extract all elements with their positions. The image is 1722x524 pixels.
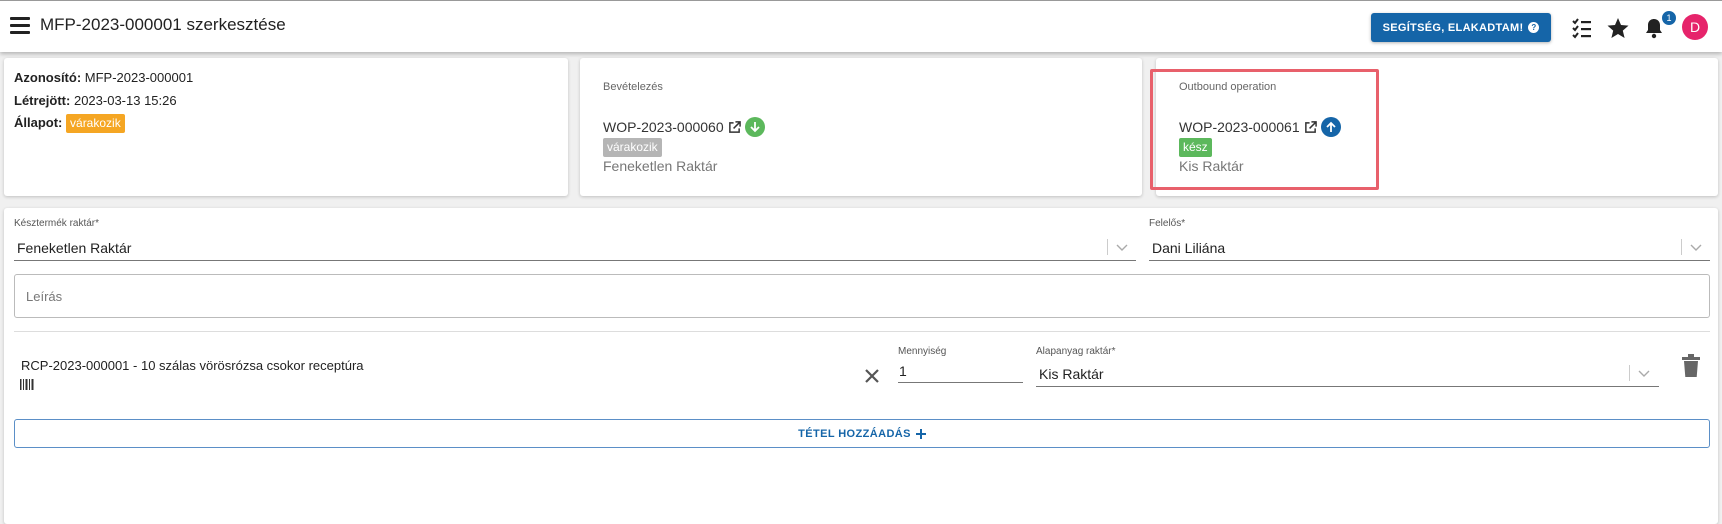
status-badge: várakozik	[66, 114, 125, 133]
responsible-select[interactable]: Dani Liliána	[1152, 240, 1225, 256]
responsible-underline	[1149, 260, 1710, 261]
chevron-down-icon[interactable]	[1690, 244, 1702, 252]
status-label: Állapot:	[14, 115, 63, 130]
inbound-card: Bevételezés WOP-2023-000060 várakozik Fe…	[580, 58, 1142, 196]
inbound-status-badge: várakozik	[603, 138, 662, 157]
id-label: Azonosító:	[14, 70, 82, 85]
status-line: Állapot: várakozik	[14, 114, 125, 133]
created-label: Létrejött:	[14, 93, 71, 108]
description-input[interactable]: Leírás	[14, 274, 1710, 318]
help-button-label: SEGÍTSÉG, ELAKADTAM!	[1382, 21, 1524, 34]
plus-icon	[915, 428, 926, 439]
quantity-underline	[898, 382, 1023, 383]
star-icon[interactable]	[1606, 16, 1630, 40]
inbound-code: WOP-2023-000060	[603, 119, 724, 135]
item-name: RCP-2023-000001 - 10 szálas vörösrózsa c…	[21, 358, 364, 373]
product-warehouse-select[interactable]: Feneketlen Raktár	[17, 240, 131, 256]
raw-warehouse-label: Alapanyag raktár*	[1036, 346, 1116, 357]
raw-warehouse-underline	[1036, 386, 1659, 387]
avatar[interactable]: D	[1682, 14, 1708, 40]
app-bar: MFP-2023-000001 szerkesztése SEGÍTSÉG, E…	[0, 0, 1722, 52]
inbound-link[interactable]: WOP-2023-000060	[603, 117, 765, 137]
divider	[14, 331, 1710, 332]
close-icon[interactable]	[864, 368, 880, 384]
product-warehouse-label: Késztermék raktár*	[14, 218, 100, 229]
created-value: 2023-03-13 15:26	[73, 93, 177, 108]
menu-icon[interactable]	[10, 17, 30, 35]
responsible-label: Felelős*	[1149, 218, 1186, 229]
checklist-icon[interactable]	[1570, 16, 1594, 40]
quantity-label: Mennyiség	[898, 346, 947, 357]
select-separator	[1681, 239, 1682, 255]
id-value: MFP-2023-000001	[84, 70, 194, 85]
select-separator	[1629, 365, 1630, 381]
chevron-down-icon[interactable]	[1116, 244, 1128, 252]
external-link-icon[interactable]	[728, 120, 741, 134]
arrow-down-icon	[744, 117, 765, 137]
product-warehouse-underline	[14, 260, 1136, 261]
description-placeholder: Leírás	[26, 289, 63, 304]
created-line: Létrejött: 2023-03-13 15:26	[14, 93, 177, 108]
barcode-icon	[20, 379, 34, 390]
inbound-warehouse: Feneketlen Raktár	[603, 158, 718, 174]
question-icon: ?	[1528, 22, 1540, 33]
help-button[interactable]: SEGÍTSÉG, ELAKADTAM! ?	[1371, 13, 1551, 42]
quantity-input[interactable]: 1	[899, 363, 907, 379]
info-card: Azonosító: MFP-2023-000001 Létrejött: 20…	[4, 58, 568, 196]
chevron-down-icon[interactable]	[1638, 370, 1650, 378]
inbound-label: Bevételezés	[603, 81, 663, 93]
id-line: Azonosító: MFP-2023-000001	[14, 70, 193, 85]
notification-badge: 1	[1661, 10, 1677, 26]
trash-icon[interactable]	[1681, 354, 1701, 378]
page-title: MFP-2023-000001 szerkesztése	[40, 15, 286, 34]
raw-warehouse-select[interactable]: Kis Raktár	[1039, 366, 1104, 382]
add-item-label: TÉTEL HOZZÁADÁS	[798, 427, 911, 440]
add-item-button[interactable]: TÉTEL HOZZÁADÁS	[14, 419, 1710, 448]
select-separator	[1107, 239, 1108, 255]
highlight-box	[1150, 69, 1379, 190]
